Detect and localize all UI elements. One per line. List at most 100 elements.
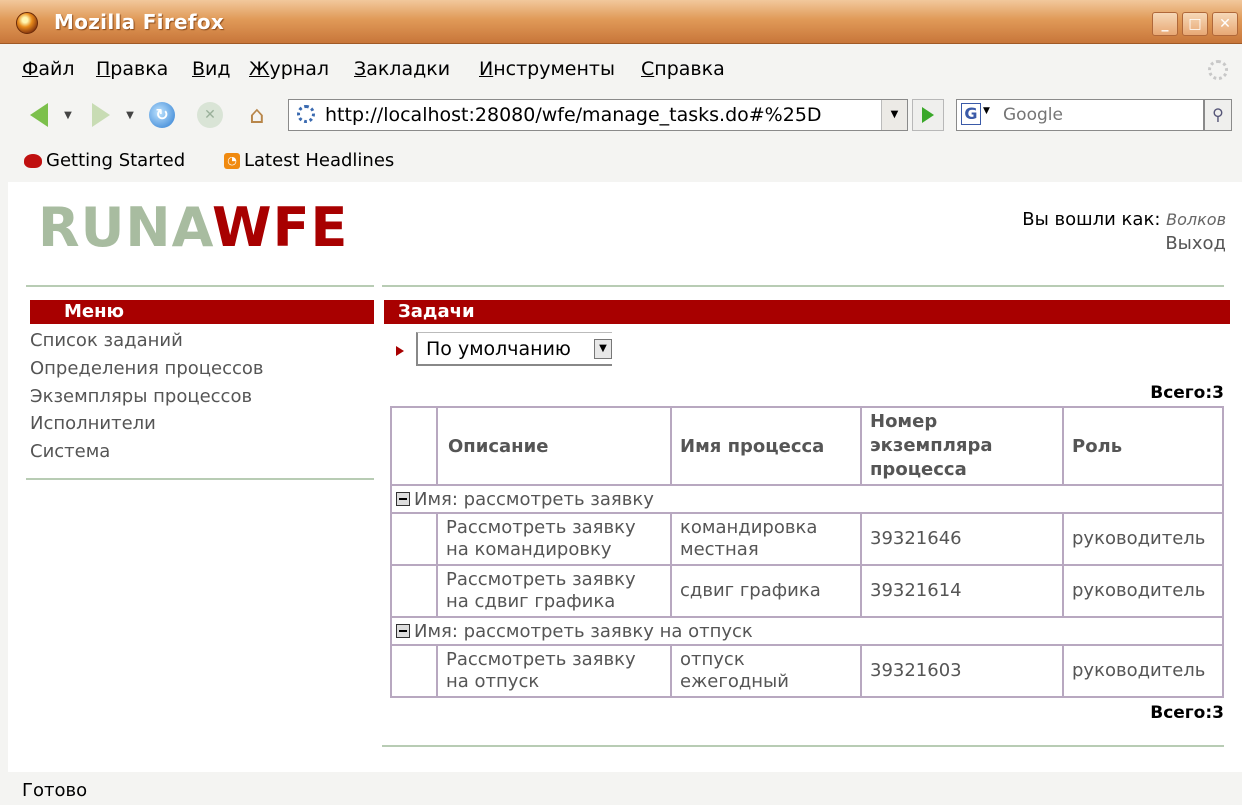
instance-number-cell: 39321603	[860, 644, 1064, 698]
column-header-role[interactable]: Роль	[1062, 406, 1224, 486]
filter-selected-value: По умолчанию	[426, 338, 571, 360]
menu-view[interactable]: Вид	[192, 58, 231, 80]
process-name-cell: сдвиг графика	[670, 564, 862, 618]
magnifier-icon: ⚲	[1212, 105, 1224, 124]
group-row[interactable]: Имя: рассмотреть заявку на отпуск	[390, 616, 1224, 646]
maximize-button[interactable]: □	[1182, 12, 1208, 36]
role-cell: руководитель	[1062, 512, 1224, 566]
collapse-icon[interactable]	[396, 623, 410, 638]
task-description-link[interactable]: Рассмотреть заявку на сдвиг графика	[436, 564, 672, 618]
google-engine-icon[interactable]: G	[961, 103, 981, 125]
menu-file[interactable]: Файл	[22, 58, 75, 80]
page-content: RUNAWFE Вы вошли как: Волков Выход Меню …	[8, 182, 1242, 772]
logout-link[interactable]: Выход	[1022, 232, 1226, 256]
role-cell: руководитель	[1062, 564, 1224, 618]
home-button[interactable]: ⌂	[240, 100, 274, 130]
status-text: Готово	[22, 780, 88, 801]
reload-icon: ↻	[149, 102, 175, 128]
stop-icon: ✕	[197, 102, 223, 128]
instance-number-cell: 39321646	[860, 512, 1064, 566]
throbber-icon	[1208, 60, 1228, 80]
bookmarks-toolbar: Getting Started ◔ Latest Headlines	[0, 138, 1242, 182]
menu-item-process-instances[interactable]: Экземпляры процессов	[30, 386, 252, 407]
instance-number-cell: 39321614	[860, 564, 1064, 618]
username-link[interactable]: Волков	[1166, 210, 1226, 229]
menu-header: Меню	[30, 300, 374, 324]
tasks-table: Описание Имя процесса Номер экземпляра п…	[390, 406, 1224, 698]
tasks-header: Задачи	[384, 300, 1230, 324]
runawfe-logo: RUNAWFE	[38, 196, 349, 259]
minimize-button[interactable]: _	[1152, 12, 1178, 36]
menu-history[interactable]: Журнал	[249, 58, 329, 80]
back-button[interactable]	[18, 100, 60, 130]
menu-item-task-list[interactable]: Список заданий	[30, 330, 183, 351]
divider	[26, 285, 374, 287]
column-header-description[interactable]: Описание	[436, 406, 672, 486]
menu-edit[interactable]: Правка	[96, 58, 168, 80]
collapse-icon[interactable]	[396, 491, 410, 506]
url-bar[interactable]: http://localhost:28080/wfe/manage_tasks.…	[288, 99, 908, 131]
forward-history-dropdown[interactable]: ▼	[124, 100, 136, 130]
process-name-cell: отпуск ежегодный	[670, 644, 862, 698]
firefox-bookmark-icon	[24, 153, 42, 168]
stop-button[interactable]: ✕	[194, 100, 226, 130]
filter-select[interactable]: По умолчанию ▼	[416, 332, 612, 366]
forward-arrow-icon	[92, 103, 110, 127]
close-button[interactable]: ✕	[1212, 12, 1238, 36]
logged-in-label: Вы вошли как:	[1022, 209, 1161, 230]
chevron-down-icon[interactable]: ▼	[594, 339, 612, 359]
table-header-row: Описание Имя процесса Номер экземпляра п…	[390, 406, 1224, 486]
total-count-top: Всего:3	[1150, 383, 1224, 403]
back-arrow-icon	[30, 103, 48, 127]
role-cell: руководитель	[1062, 644, 1224, 698]
navigation-toolbar: ▼ ▼ ↻ ✕ ⌂ http://localhost:28080/wfe/man…	[0, 94, 1242, 138]
total-count-bottom: Всего:3	[1150, 703, 1224, 723]
column-header-select	[390, 406, 438, 486]
group-label[interactable]: Имя: рассмотреть заявку на отпуск	[390, 616, 1224, 646]
column-header-instance-number[interactable]: Номер экземпляра процесса	[860, 406, 1064, 486]
back-history-dropdown[interactable]: ▼	[62, 100, 74, 130]
menu-item-process-definitions[interactable]: Определения процессов	[30, 358, 264, 379]
status-bar: Готово	[0, 772, 1242, 805]
process-name-cell: командировка местная	[670, 512, 862, 566]
menu-item-system[interactable]: Система	[30, 441, 110, 462]
row-select-cell	[390, 512, 438, 566]
bookmark-latest-headlines[interactable]: ◔ Latest Headlines	[224, 150, 394, 171]
menu-bookmarks[interactable]: Закладки	[354, 58, 450, 80]
forward-button[interactable]	[80, 100, 122, 130]
search-box[interactable]: G ▼	[956, 99, 1204, 131]
divider	[26, 478, 374, 480]
loading-icon	[297, 105, 315, 123]
column-header-process-name[interactable]: Имя процесса	[670, 406, 862, 486]
url-text[interactable]: http://localhost:28080/wfe/manage_tasks.…	[325, 104, 822, 126]
window-titlebar: Mozilla Firefox _ □ ✕	[0, 0, 1242, 44]
table-row[interactable]: Рассмотреть заявку на сдвиг графика сдви…	[390, 564, 1224, 618]
go-arrow-icon	[922, 107, 934, 123]
menubar: Файл Правка Вид Журнал Закладки Инструме…	[0, 44, 1242, 94]
table-row[interactable]: Рассмотреть заявку на командировку коман…	[390, 512, 1224, 566]
menu-item-executors[interactable]: Исполнители	[30, 413, 156, 434]
divider	[382, 285, 1224, 287]
bookmark-getting-started[interactable]: Getting Started	[24, 150, 185, 171]
filter-arrow-icon	[396, 346, 404, 356]
firefox-icon	[16, 12, 38, 34]
divider	[382, 745, 1224, 747]
table-row[interactable]: Рассмотреть заявку на отпуск отпуск ежег…	[390, 644, 1224, 698]
rss-icon: ◔	[224, 152, 240, 169]
go-button[interactable]	[912, 99, 944, 131]
window-title: Mozilla Firefox	[54, 10, 225, 34]
search-button[interactable]: ⚲	[1204, 99, 1232, 131]
home-icon: ⌂	[249, 101, 265, 129]
url-history-dropdown[interactable]: ▼	[881, 100, 907, 130]
group-label[interactable]: Имя: рассмотреть заявку	[390, 484, 1224, 514]
search-input[interactable]	[1003, 103, 1193, 127]
row-select-cell	[390, 564, 438, 618]
reload-button[interactable]: ↻	[146, 100, 178, 130]
menu-help[interactable]: Справка	[641, 58, 725, 80]
user-info: Вы вошли как: Волков Выход	[1022, 208, 1226, 256]
group-row[interactable]: Имя: рассмотреть заявку	[390, 484, 1224, 514]
menu-tools[interactable]: Инструменты	[479, 58, 615, 80]
search-engine-dropdown[interactable]: ▼	[983, 106, 990, 116]
task-description-link[interactable]: Рассмотреть заявку на отпуск	[436, 644, 672, 698]
task-description-link[interactable]: Рассмотреть заявку на командировку	[436, 512, 672, 566]
